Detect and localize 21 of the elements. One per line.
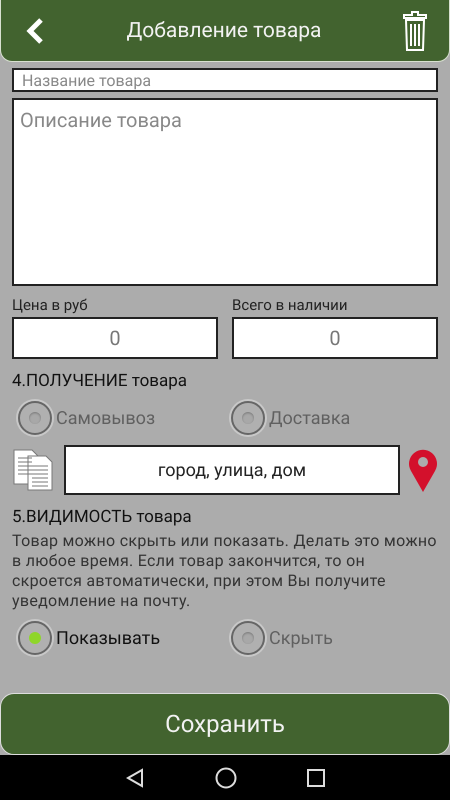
radio-option[interactable]: Самовывоз [12, 401, 225, 435]
visibility-description: Товар можно скрыть или показать. Делать это можно в любое время. Если товар закончится, то он скроется автоматически, при этом Вы получите уведомление на почту. [12, 531, 438, 611]
price-label: Цена в руб [12, 296, 88, 314]
description-field[interactable]: Описание товара [12, 98, 438, 286]
stock-field[interactable]: 0 [232, 317, 438, 359]
radio-option[interactable]: Скрыть [225, 621, 438, 655]
radio-option[interactable]: Показывать [12, 621, 225, 655]
stock-label: Всего в наличии [232, 296, 348, 314]
save-button[interactable]: Сохранить [0, 693, 450, 755]
recents-icon[interactable] [307, 768, 325, 786]
radio-option[interactable]: Доставка [225, 401, 438, 435]
price-field[interactable]: 0 [12, 317, 218, 359]
section-heading: 4.ПОЛУЧЕНИЕ товара [12, 371, 188, 391]
section-heading: 5.ВИДИМОСТЬ товара [12, 507, 193, 527]
back-icon[interactable] [125, 768, 145, 788]
header-title: Добавление товара [126, 18, 322, 42]
name-field[interactable]: Название товара [12, 68, 438, 92]
address-field[interactable]: город, улица, дом [64, 445, 400, 495]
back-icon[interactable] [25, 18, 45, 44]
home-icon[interactable] [215, 766, 237, 788]
trash-icon[interactable] [403, 10, 427, 50]
